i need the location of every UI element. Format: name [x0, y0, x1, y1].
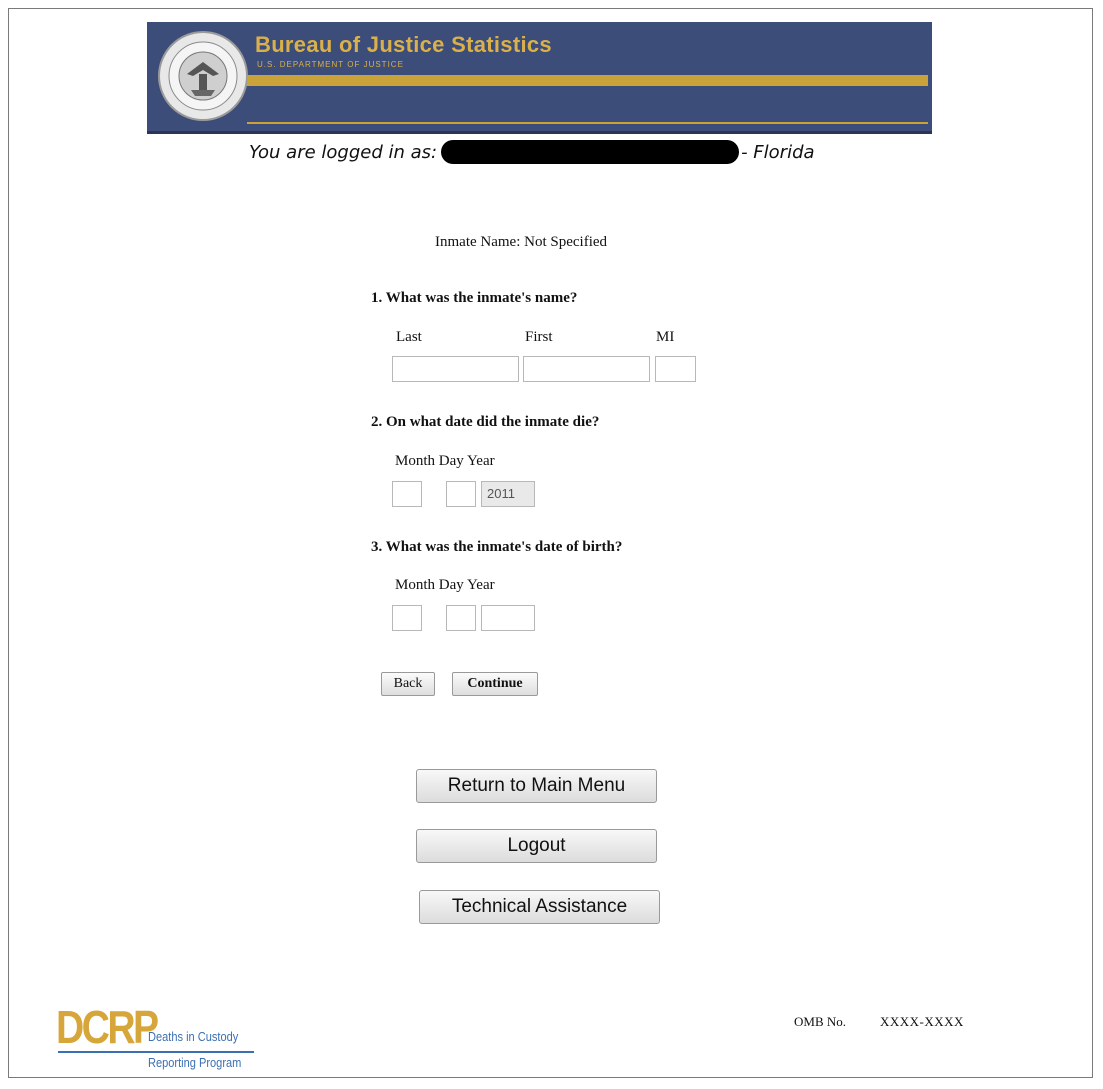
death-year-input[interactable]: 2011	[481, 481, 535, 507]
death-day-input[interactable]	[446, 481, 476, 507]
question-1: 1. What was the inmate's name?	[371, 290, 578, 306]
banner-stripe-thin	[247, 122, 928, 124]
question-3: 3. What was the inmate's date of birth?	[371, 539, 623, 555]
dcrp-logo-rule	[58, 1051, 254, 1053]
logged-in-line: You are logged in as: - Florida	[249, 139, 815, 164]
question-2: 2. On what date did the inmate die?	[371, 414, 600, 430]
banner-title: Bureau of Justice Statistics	[255, 32, 552, 57]
doj-seal-icon	[158, 31, 248, 121]
banner-subtitle: U.S. DEPARTMENT OF JUSTICE	[257, 60, 404, 69]
label-first: First	[525, 329, 553, 345]
redacted-username	[441, 139, 740, 164]
label-day: Day	[438, 453, 464, 469]
last-name-input[interactable]	[392, 356, 519, 382]
label-last: Last	[396, 329, 422, 345]
dcrp-logo-acronym: DCRP	[56, 1001, 159, 1053]
back-button[interactable]: Back	[381, 672, 435, 696]
label-month: Month	[395, 453, 436, 469]
dcrp-logo-line2: Reporting Program	[148, 1055, 242, 1070]
middle-initial-input[interactable]	[655, 356, 696, 382]
death-date-labels: Month Day Year	[395, 453, 495, 470]
first-name-input[interactable]	[523, 356, 650, 382]
logout-button[interactable]: Logout	[416, 829, 657, 863]
label-year: Year	[466, 453, 495, 469]
omb-label: OMB No.	[794, 1014, 847, 1029]
continue-button[interactable]: Continue	[452, 672, 538, 696]
label-day: Day	[438, 577, 464, 593]
birth-month-input[interactable]	[392, 605, 422, 631]
label-month: Month	[395, 577, 436, 593]
dcrp-logo-line1: Deaths in Custody	[148, 1029, 239, 1044]
banner-stripe	[247, 75, 928, 86]
label-mi: MI	[656, 329, 675, 345]
inmate-name-header: Inmate Name: Not Specified	[435, 234, 608, 250]
label-year: Year	[466, 577, 495, 593]
technical-assistance-button[interactable]: Technical Assistance	[419, 890, 660, 924]
birth-day-input[interactable]	[446, 605, 476, 631]
logged-in-label: You are logged in as:	[249, 142, 438, 163]
birth-year-input[interactable]	[481, 605, 535, 631]
bjs-banner: Bureau of Justice Statistics U.S. DEPART…	[147, 22, 932, 134]
birth-date-labels: Month Day Year	[395, 577, 495, 594]
state-suffix: - Florida	[741, 142, 815, 163]
death-month-input[interactable]	[392, 481, 422, 507]
return-to-main-menu-button[interactable]: Return to Main Menu	[416, 769, 657, 803]
omb-number: XXXX-XXXX	[880, 1014, 964, 1029]
